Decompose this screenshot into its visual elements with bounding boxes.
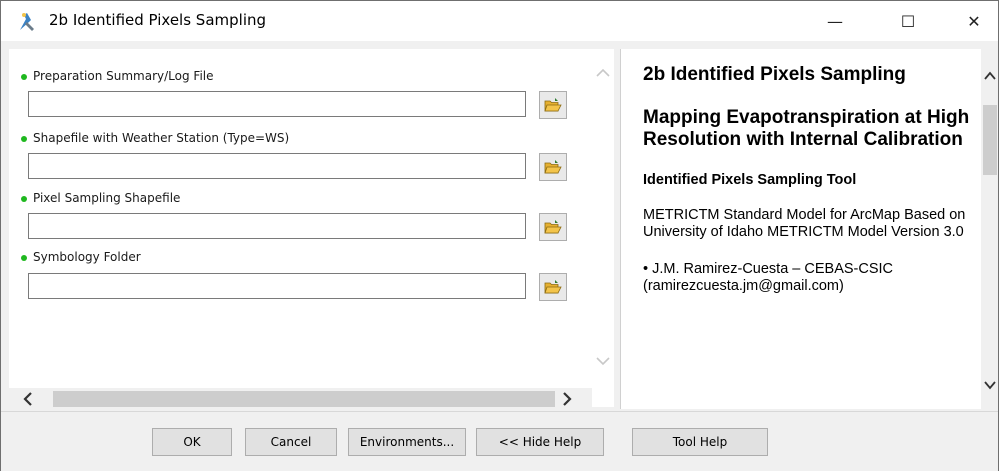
help-body-text: METRICTM Standard Model for ArcMap Based… (643, 207, 966, 240)
scrollbar-thumb[interactable] (983, 105, 997, 175)
help-content: 2b Identified Pixels Sampling Mapping Ev… (643, 63, 979, 315)
help-panel: 2b Identified Pixels Sampling Mapping Ev… (620, 49, 998, 409)
help-title: 2b Identified Pixels Sampling (643, 64, 906, 85)
help-author-text: • J.M. Ramirez-Cuesta – CEBAS-CSIC (rami… (643, 261, 894, 294)
help-subtitle: Mapping Evapotranspiration at High Resol… (643, 107, 970, 150)
browse-button[interactable] (539, 91, 567, 119)
cancel-button[interactable]: Cancel (245, 428, 337, 456)
hide-help-button[interactable]: << Hide Help (476, 428, 604, 456)
parameters-panel: Preparation Summary/Log File Shapefile w… (9, 49, 614, 407)
scroll-down-arrow-icon[interactable] (984, 381, 996, 390)
dialog-footer: OK Cancel Environments... << Hide Help T… (1, 411, 998, 471)
required-indicator (21, 136, 27, 142)
scrollbar-thumb[interactable] (53, 391, 555, 407)
open-folder-icon (544, 160, 562, 174)
scroll-up-arrow-icon[interactable] (984, 71, 996, 80)
required-indicator (21, 196, 27, 202)
scroll-down-arrow-icon[interactable] (596, 357, 610, 367)
open-folder-icon (544, 98, 562, 112)
tool-help-button[interactable]: Tool Help (632, 428, 768, 456)
ok-button[interactable]: OK (152, 428, 232, 456)
params-horizontal-scrollbar[interactable] (9, 388, 592, 410)
params-vertical-scrollbar[interactable] (592, 49, 614, 394)
maximize-button[interactable]: ☐ (885, 1, 931, 41)
param-label: Symbology Folder (33, 250, 141, 264)
title-bar: 2b Identified Pixels Sampling — ☐ ✕ (1, 1, 998, 41)
symbology-folder-input[interactable] (28, 273, 526, 299)
help-section-heading: Identified Pixels Sampling Tool (643, 172, 857, 188)
browse-button[interactable] (539, 273, 567, 301)
close-button[interactable]: ✕ (951, 1, 997, 41)
required-indicator (21, 255, 27, 261)
window-title: 2b Identified Pixels Sampling (49, 11, 267, 29)
param-label: Shapefile with Weather Station (Type=WS) (33, 131, 290, 145)
open-folder-icon (544, 220, 562, 234)
param-label: Preparation Summary/Log File (33, 69, 214, 83)
minimize-button[interactable]: — (812, 1, 858, 41)
help-vertical-scrollbar[interactable] (981, 49, 998, 409)
scroll-up-arrow-icon[interactable] (596, 67, 610, 77)
tool-icon (15, 10, 39, 34)
browse-button[interactable] (539, 213, 567, 241)
preparation-summary-input[interactable] (28, 91, 526, 117)
scroll-right-arrow-icon[interactable] (562, 392, 572, 406)
tool-dialog-window: 2b Identified Pixels Sampling — ☐ ✕ Prep… (0, 0, 999, 471)
weather-station-shapefile-input[interactable] (28, 153, 526, 179)
required-indicator (21, 74, 27, 80)
pixel-sampling-shapefile-input[interactable] (28, 213, 526, 239)
browse-button[interactable] (539, 153, 567, 181)
environments-button[interactable]: Environments... (348, 428, 466, 456)
param-label: Pixel Sampling Shapefile (33, 191, 181, 205)
scroll-left-arrow-icon[interactable] (23, 392, 33, 406)
open-folder-icon (544, 280, 562, 294)
